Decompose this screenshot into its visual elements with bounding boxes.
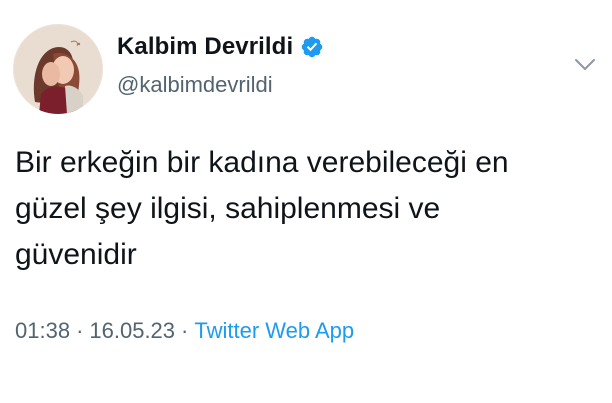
verified-badge-icon bbox=[301, 36, 323, 58]
avatar-illustration bbox=[13, 24, 103, 114]
meta-separator: · bbox=[181, 318, 189, 343]
tweet-time[interactable]: 01:38 bbox=[15, 318, 70, 344]
avatar[interactable] bbox=[13, 24, 103, 114]
meta-separator: · bbox=[76, 318, 84, 343]
tweet-text: Bir erkeğin bir kadına verebileceği en g… bbox=[15, 146, 509, 271]
tweet-date[interactable]: 16.05.23 bbox=[89, 318, 175, 344]
tweet-card: Kalbim Devrildi @kalbimdevrildi Bir erke… bbox=[0, 0, 612, 403]
chevron-down-icon[interactable] bbox=[574, 58, 596, 72]
author-name-row: Kalbim Devrildi bbox=[117, 33, 324, 61]
display-name[interactable]: Kalbim Devrildi bbox=[117, 33, 293, 61]
author-handle[interactable]: @kalbimdevrildi bbox=[117, 72, 273, 98]
tweet-meta: 01:38 · 16.05.23 · Twitter Web App bbox=[15, 318, 354, 344]
tweet-source-link[interactable]: Twitter Web App bbox=[194, 318, 354, 344]
